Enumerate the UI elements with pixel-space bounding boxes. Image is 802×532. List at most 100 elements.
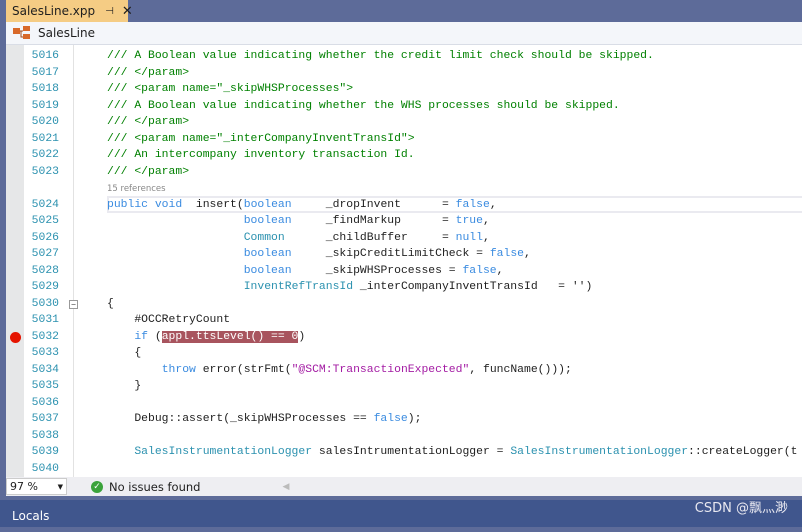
code-token-comment: /// </param> [107,66,190,79]
code-line[interactable]: 5025 boolean _findMarkup = true, [6,213,802,230]
zoom-dropdown[interactable]: 97 % ▼ [6,478,67,495]
code-line[interactable]: 5036 [6,395,802,412]
code-line[interactable]: 5017 /// </param> [6,65,802,82]
line-number: 5026 [31,231,59,244]
collapse-icon[interactable]: − [69,299,78,309]
code-line[interactable]: 5026 Common _childBuffer = null, [6,230,802,247]
tab-title: SalesLine.xpp [12,4,96,18]
code-line[interactable]: 5033 { [6,345,802,362]
code-token-kw: boolean [243,215,292,227]
scroll-left-icon[interactable]: ◀ [282,482,289,492]
line-number: 5019 [31,99,59,112]
locals-panel[interactable]: Locals [0,500,802,527]
line-number: 5028 [31,264,59,277]
code-line[interactable]: 5020 /// </param> [6,114,802,131]
code-token-plain: Debug::assert(_skipWHSProcesses == [107,413,374,425]
code-token-kw: false [489,248,524,260]
line-number: 5035 [31,380,59,392]
line-number: 5040 [31,462,59,475]
code-token-plain: ) [298,330,306,343]
code-line[interactable]: 5021 /// <param name="_interCompanyInvent… [6,131,802,148]
close-icon[interactable]: ✕ [122,4,133,19]
code-text: /// <param name="_skipWHSProcesses"> [107,81,353,98]
line-number: 5029 [31,281,59,293]
code-text: boolean _skipWHSProcesses = false, [107,263,504,280]
code-line[interactable]: 5019 /// A Boolean value indicating wheth… [6,98,802,115]
line-number: 5036 [31,396,59,409]
line-number: 5030 [31,297,59,310]
code-token-kw: true [455,215,483,227]
code-editor[interactable]: 5016 /// A Boolean value indicating wheth… [6,45,802,477]
line-number: 5039 [31,446,59,458]
code-text: Debug::assert(_skipWHSProcesses == false… [107,411,421,428]
code-token-plain: , [489,198,497,211]
document-tab-bar: SalesLine.xpp ⊣ ✕ [0,0,802,22]
navigation-bar[interactable]: SalesLine [6,22,802,45]
code-token-comment: /// </param> [107,116,190,128]
watermark: CSDN @飘灬渺 [694,501,788,516]
code-line[interactable]: 5039 SalesInstrumentationLogger salesInt… [6,444,802,461]
code-text: /// </param> [107,114,189,131]
code-line[interactable]: 5028 boolean _skipWHSProcesses = false, [6,263,802,280]
code-line[interactable]: 5037 Debug::assert(_skipWHSProcesses == … [6,411,802,428]
code-line[interactable]: 5018 /// <param name="_skipWHSProcesses"> [6,81,802,98]
code-token-plain: ( [148,330,162,343]
code-text: boolean _findMarkup = true, [107,213,490,230]
code-token-plain: , [496,264,504,277]
code-line[interactable]: 5027 boolean _skipCreditLimitCheck = fal… [6,246,802,263]
code-token-comment: /// A Boolean value indicating whether t… [107,50,654,62]
code-token-plain: , [524,248,531,260]
code-line[interactable]: 5023 /// </param> [6,164,802,181]
code-token-comment: /// <param name="_skipWHSProcesses"> [107,83,354,95]
code-text: public void insert(boolean _dropInvent =… [107,197,497,214]
code-line[interactable]: 5040 [6,461,802,478]
code-line[interactable]: 5031 #OCCRetryCount [6,312,802,329]
line-number: 5018 [31,83,59,95]
code-token-kw: boolean [243,248,292,260]
code-token-comment: /// An intercompany inventory transactio… [107,149,415,161]
code-token-plain: ); [407,413,422,425]
code-text: /// An intercompany inventory transactio… [107,147,415,164]
line-number: 5022 [31,149,59,161]
code-line[interactable]: 5032 if (appl.ttsLevel() == 0) [6,329,802,346]
editor-status-bar: 97 % ▼ ✓ No issues found ◀ [6,477,802,496]
code-line[interactable]: 5022 /// An intercompany inventory transa… [6,147,802,164]
chevron-down-icon: ▼ [57,482,63,491]
issues-indicator[interactable]: ✓ No issues found [91,480,200,494]
code-line[interactable]: 5034 throw error(strFmt("@SCM:Transactio… [6,362,802,379]
line-number: 5033 [31,347,59,359]
code-text: boolean _skipCreditLimitCheck = false, [107,246,531,263]
code-line[interactable]: 5038 [6,428,802,445]
code-token-plain: _skipWHSProcesses = [291,264,463,277]
code-token-type: SalesInstrumentationLogger [134,446,313,458]
code-line[interactable]: 5035 } [6,378,802,395]
code-token-kw: boolean [243,264,292,277]
code-line[interactable]: 5024 public void insert(boolean _dropInve… [6,197,802,214]
code-token-str: "@SCM:TransactionExpected" [291,363,470,376]
code-token-plain: error(strFmt( [195,363,292,376]
tab-salesline-xpp[interactable]: SalesLine.xpp ⊣ ✕ [6,0,133,22]
code-text: if (appl.ttsLevel() == 0) [107,329,305,346]
locals-panel-title: Locals [12,509,50,523]
code-token-type: SalesInstrumentationLogger [510,446,689,458]
code-token-plain: salesIntrumentationLogger = [312,446,511,458]
code-token-kw: false [462,264,497,277]
code-line[interactable]: 5016 /// A Boolean value indicating wheth… [6,48,802,65]
pin-icon[interactable]: ⊣ [105,6,114,17]
code-token-kw: false [373,413,408,425]
code-token-kw: public void [107,198,183,211]
code-token-kw: boolean [243,198,292,211]
code-line[interactable]: 5030− { [6,296,802,313]
code-text: } [107,378,141,395]
breakpoint-icon[interactable] [10,331,21,343]
code-line[interactable]: 5029 InventRefTransId _interCompanyInven… [6,279,802,296]
code-text: /// <param name="_interCompanyInventTran… [107,131,415,148]
code-token-type: Common [243,231,285,244]
code-token-kw: throw [161,363,196,376]
line-number: 5027 [31,248,59,260]
